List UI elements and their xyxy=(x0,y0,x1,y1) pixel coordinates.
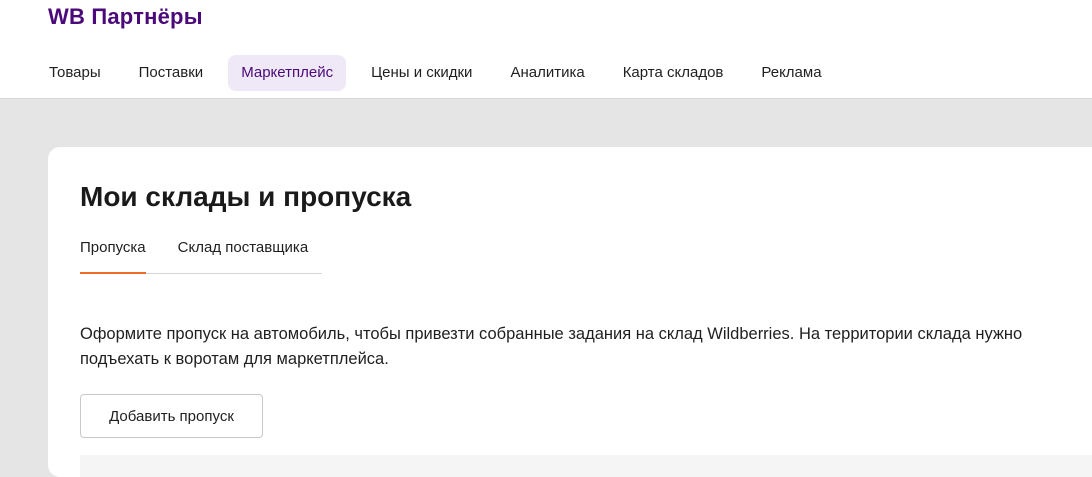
nav-item-analytics[interactable]: Аналитика xyxy=(497,55,597,91)
nav-item-ads[interactable]: Реклама xyxy=(748,55,834,91)
passes-list-area xyxy=(80,455,1092,477)
logo[interactable]: WB Партнёры xyxy=(48,4,203,30)
top-header: WB Партнёры Товары Поставки Маркетплейс … xyxy=(0,0,1092,99)
nav-item-marketplace[interactable]: Маркетплейс xyxy=(228,55,347,91)
content-card: Мои склады и пропуска Пропуска Склад пос… xyxy=(48,147,1092,477)
main-nav: Товары Поставки Маркетплейс Цены и скидк… xyxy=(36,55,847,91)
tabs: Пропуска Склад поставщика xyxy=(80,239,322,274)
nav-item-products[interactable]: Товары xyxy=(36,55,114,91)
tab-passes[interactable]: Пропуска xyxy=(80,239,146,274)
tab-supplier-warehouse[interactable]: Склад поставщика xyxy=(178,239,309,273)
nav-item-prices[interactable]: Цены и скидки xyxy=(358,55,485,91)
add-pass-button[interactable]: Добавить пропуск xyxy=(80,394,263,438)
nav-item-supplies[interactable]: Поставки xyxy=(126,55,217,91)
description-text: Оформите пропуск на автомобиль, чтобы пр… xyxy=(80,325,1023,368)
nav-item-warehouse-map[interactable]: Карта складов xyxy=(610,55,737,91)
page-title: Мои склады и пропуска xyxy=(80,181,412,212)
